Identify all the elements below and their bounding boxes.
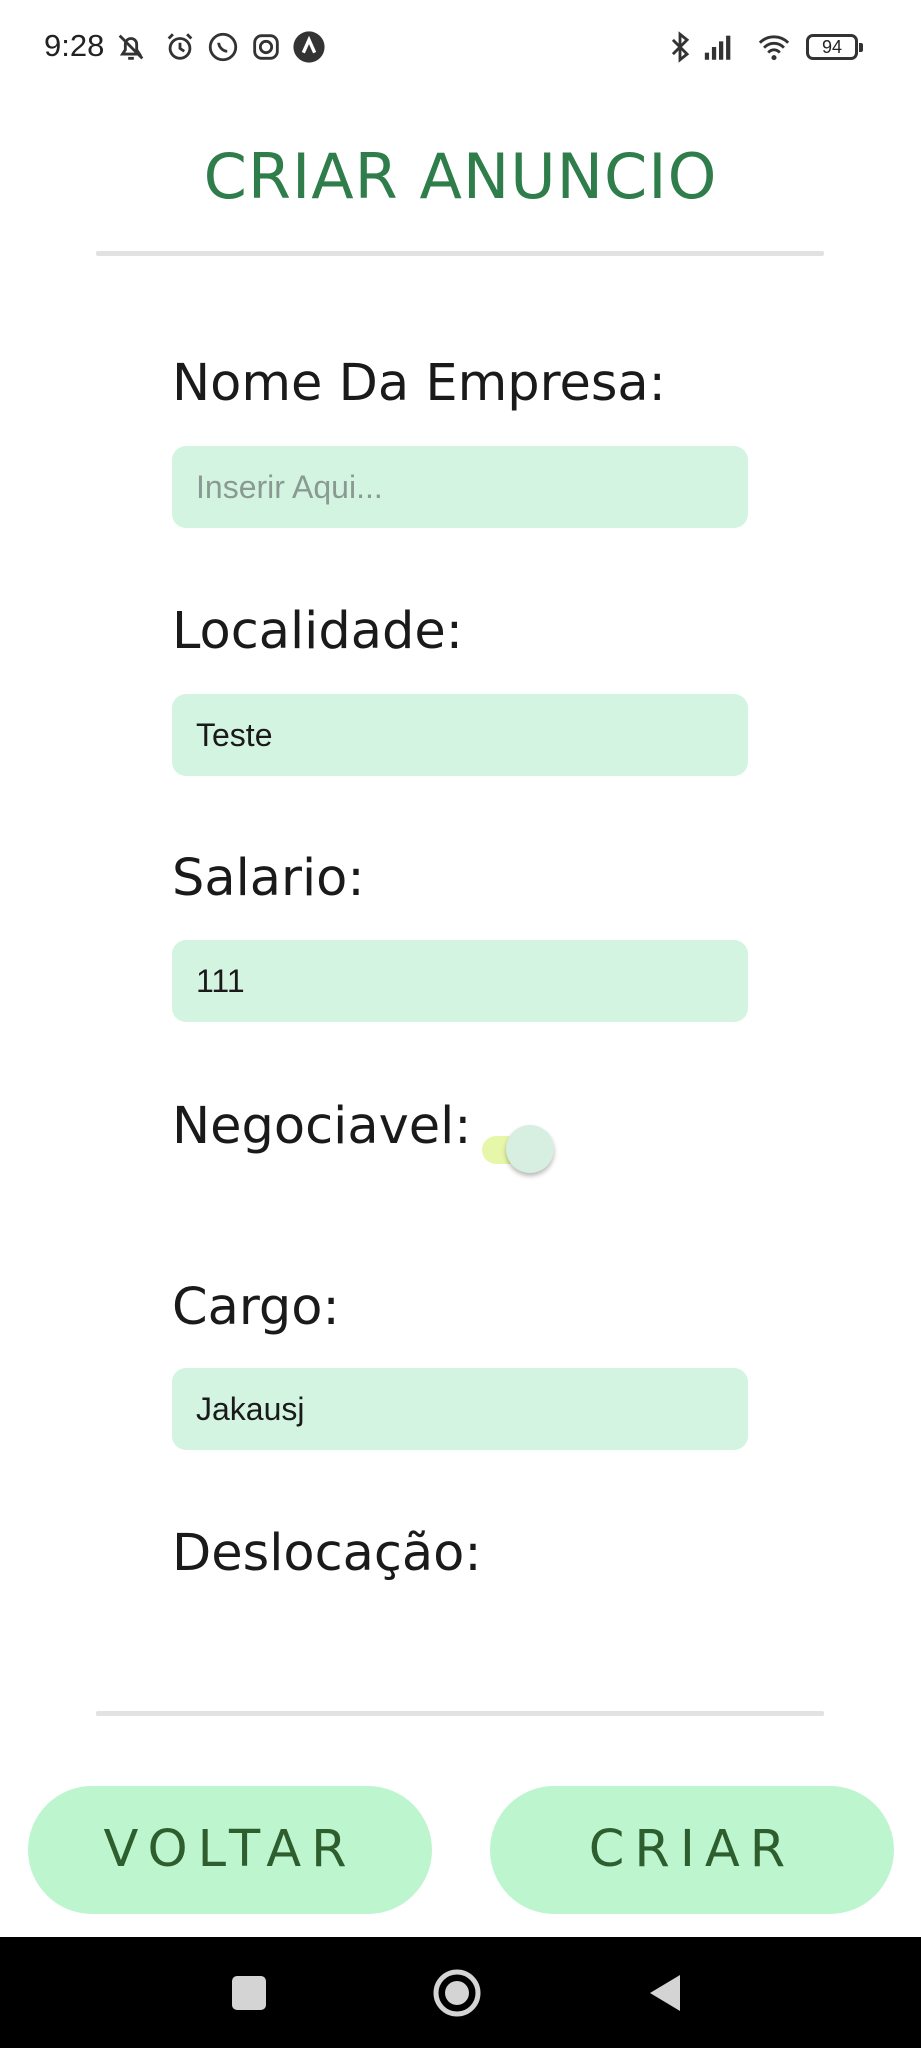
bluetooth-icon: [671, 31, 690, 63]
whatsapp-icon: [208, 32, 238, 62]
company-name-label: Nome Da Empresa:: [172, 354, 666, 413]
negotiable-label: Negociavel:: [172, 1097, 472, 1156]
create-button[interactable]: CRIAR: [490, 1786, 894, 1914]
back-button[interactable]: VOLTAR: [28, 1786, 432, 1914]
location-label: Localidade:: [172, 602, 463, 661]
navigation-bar: [0, 1937, 921, 2048]
muted-bell-icon: [118, 34, 144, 60]
battery-icon: 94: [806, 34, 863, 60]
page-title: CRIAR ANUNCIO: [203, 140, 718, 213]
bottom-divider: [96, 1711, 824, 1716]
instagram-icon: [253, 34, 279, 60]
alarm-icon: [167, 33, 193, 60]
status-bar: 9:28 94: [0, 0, 921, 96]
recents-square-icon[interactable]: [221, 1965, 277, 2021]
back-triangle-icon[interactable]: [638, 1965, 694, 2021]
top-divider: [96, 251, 824, 256]
role-label: Cargo:: [172, 1278, 340, 1337]
salary-label: Salario:: [172, 849, 365, 908]
wifi-icon: [758, 35, 790, 61]
home-circle-icon[interactable]: [429, 1965, 485, 2021]
status-time: 9:28: [44, 28, 105, 63]
toggle-thumb: [506, 1125, 554, 1173]
role-input[interactable]: [172, 1368, 748, 1450]
signal-icon: [704, 35, 731, 60]
relocation-label: Deslocação:: [172, 1524, 482, 1583]
location-input[interactable]: [172, 694, 748, 776]
app-a-icon: [293, 31, 325, 63]
salary-input[interactable]: [172, 940, 748, 1022]
company-name-input[interactable]: [172, 446, 748, 528]
negotiable-toggle[interactable]: [478, 1124, 558, 1174]
